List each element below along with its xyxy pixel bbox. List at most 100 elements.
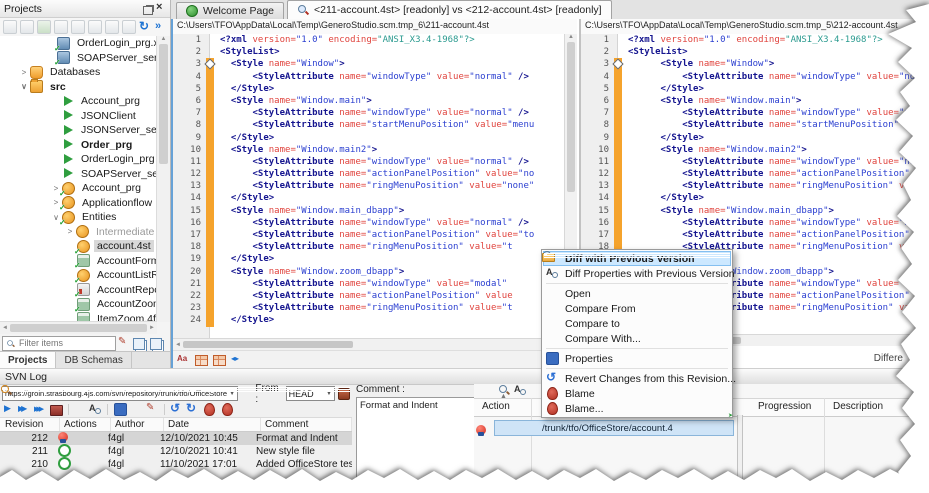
tree-item-orderlogin-prg[interactable]: OrderLogin_prg: [0, 152, 157, 167]
menu-item-properties[interactable]: Properties: [543, 351, 731, 366]
code-line-7[interactable]: 7 <StyleAttribute name="windowType" value…: [173, 107, 565, 120]
tab-welcome-page[interactable]: Welcome Page: [176, 2, 285, 19]
log-row-212[interactable]: 212 f4gl 12/10/2021 10:45 Format and Indent: [0, 432, 352, 445]
code-line-11[interactable]: 11 <StyleAttribute name="windowType" valu…: [173, 155, 565, 169]
tree-item-entities[interactable]: ∨Entities: [0, 210, 157, 227]
tree-item-applicationflow[interactable]: >Applicationflow: [0, 196, 157, 212]
code-line-1[interactable]: 1 <?xml version="1.0" encoding="ANSI_X3.4…: [173, 34, 565, 46]
package-icon[interactable]: [122, 20, 136, 34]
expand-arrow-icon[interactable]: >: [64, 227, 76, 236]
left-code-view[interactable]: 1 <?xml version="1.0" encoding="ANSI_X3.4…: [173, 34, 565, 339]
tree-item-account-4st[interactable]: account.4st: [0, 239, 157, 256]
comment-text-box[interactable]: Format and Indent: [356, 397, 477, 489]
menu-item-compare-from[interactable]: Compare From: [543, 301, 731, 316]
menu-item-diff-properties-with-previous-version[interactable]: Diff Properties with Previous Version: [543, 266, 735, 281]
code-line-16[interactable]: 16 <StyleAttribute name="windowType" valu…: [581, 216, 929, 229]
table-view-icon[interactable]: [195, 355, 208, 366]
menu-item-open[interactable]: Open: [543, 286, 731, 301]
update-icon[interactable]: [186, 401, 199, 416]
code-line-8[interactable]: 8 <StyleAttribute name="startMenuPosition…: [581, 119, 929, 132]
code-line-20[interactable]: 20 <Style name="Window.zoom_dbapp">: [173, 265, 565, 278]
blame-icon[interactable]: [204, 403, 215, 416]
code-line-19[interactable]: 19 </Style>: [173, 253, 565, 266]
menu-item-revert-changes-from-this-revision-[interactable]: Revert Changes from this Revision...: [543, 370, 736, 386]
commit-icon[interactable]: [50, 405, 63, 416]
diff-props-icon[interactable]: [89, 403, 102, 416]
code-line-24[interactable]: 24 </Style>: [173, 314, 565, 327]
code-line-14[interactable]: 14 </Style>: [173, 192, 565, 205]
table-view2-icon[interactable]: [213, 355, 226, 366]
code-line-13[interactable]: 13 <StyleAttribute name="ringMenuPosition…: [581, 180, 929, 193]
refresh-icon[interactable]: [139, 19, 152, 34]
column-header-date[interactable]: Date: [164, 418, 261, 431]
menu-item-compare-with-[interactable]: Compare With...: [543, 331, 731, 346]
tree-item-account-prg[interactable]: >Account_prg: [0, 181, 157, 198]
tab-projects[interactable]: Projects: [0, 352, 57, 368]
tree-item-jsonclient[interactable]: JSONClient: [0, 109, 157, 124]
code-line-2[interactable]: 2 <StyleList>: [173, 46, 565, 58]
tab-db-schemas[interactable]: DB Schemas: [56, 352, 132, 368]
code-line-15[interactable]: 15 <Style name="Window.main_dbapp">: [173, 204, 565, 217]
action-path-row[interactable]: /trunk/tfo/OfficeStore/account.4: [494, 420, 734, 436]
code-line-14[interactable]: 14 </Style>: [581, 192, 929, 205]
progression-column-header[interactable]: Progression: [758, 401, 811, 412]
code-line-17[interactable]: 17 <StyleAttribute name="actionPanelPosit…: [581, 229, 929, 242]
diff-search-icon[interactable]: [74, 404, 86, 416]
edit-icon[interactable]: [146, 402, 159, 416]
stop-icon[interactable]: [54, 20, 68, 34]
collapse-arrow-icon[interactable]: ∨: [18, 82, 30, 91]
code-line-6[interactable]: 6 <Style name="Window.main">: [173, 94, 565, 108]
tree-item-accountlistrepo[interactable]: AccountListRepo: [0, 268, 157, 285]
filter-items-input[interactable]: [17, 337, 101, 349]
column-header-actions[interactable]: Actions: [60, 418, 111, 431]
log-row-210[interactable]: 210 f4gl 11/10/2021 17:01 Added OfficeStore…: [0, 456, 352, 471]
code-line-10[interactable]: 10 <Style name="Window.main2">: [173, 143, 565, 156]
code-line-23[interactable]: 23 <StyleAttribute name="ringMenuPosition…: [173, 302, 565, 315]
log-row-211[interactable]: 211 f4gl 12/10/2021 10:41 New style file: [0, 443, 352, 458]
close-panel-icon[interactable]: [153, 1, 166, 15]
export-icon[interactable]: [20, 20, 34, 34]
search-icon[interactable]: [131, 404, 143, 416]
code-line-7[interactable]: 7 <StyleAttribute name="windowType" value…: [581, 107, 929, 120]
code-line-17[interactable]: 17 <StyleAttribute name="actionPanelPosit…: [173, 229, 565, 242]
tree-item-soapserver-server-x[interactable]: SOAPServer_server.x: [0, 51, 157, 67]
font-case-icon[interactable]: [177, 353, 190, 366]
code-line-21[interactable]: 21 <StyleAttribute name="windowType" valu…: [173, 277, 565, 290]
code-line-9[interactable]: 9 </Style>: [581, 131, 929, 144]
filter-items-box[interactable]: [2, 335, 116, 351]
panel-splitter[interactable]: [737, 415, 743, 493]
code-line-15[interactable]: 15 <Style name="Window.main_dbapp">: [581, 204, 929, 217]
code-line-6[interactable]: 6 <Style name="Window.main">: [581, 94, 929, 108]
tree-item-accountreportd[interactable]: AccountReportD: [0, 283, 157, 299]
code-line-2[interactable]: 2 <StyleList>: [581, 46, 929, 58]
tab-diff-view[interactable]: <211-account.4st> [readonly] vs <212-acc…: [287, 0, 612, 19]
code-line-5[interactable]: 5 </Style>: [581, 82, 929, 95]
code-line-13[interactable]: 13 <StyleAttribute name="ringMenuPosition…: [173, 180, 565, 193]
code-line-1[interactable]: 1 <?xml version="1.0" encoding="ANSI_X3.4…: [581, 34, 929, 46]
new-file-icon[interactable]: [105, 20, 119, 34]
code-line-10[interactable]: 10 <Style name="Window.main2">: [581, 143, 929, 156]
tree-item-intermediate-file[interactable]: > Intermediate File: [0, 225, 157, 240]
menu-item-compare-to[interactable]: Compare to: [543, 316, 731, 331]
code-line-12[interactable]: 12 <StyleAttribute name="actionPanelPosit…: [173, 168, 565, 181]
tree-item-accountzoom-4f[interactable]: AccountZoom.4f: [0, 297, 157, 314]
next-diff-icon[interactable]: [2, 403, 15, 416]
copy-icon[interactable]: [133, 337, 145, 350]
code-line-4[interactable]: 4 <StyleAttribute name="windowType" value…: [173, 70, 565, 83]
code-line-22[interactable]: 22 <StyleAttribute name="actionPanelPosit…: [173, 289, 565, 303]
column-header-revision[interactable]: Revision: [0, 418, 60, 431]
tree-item-src[interactable]: ∨ src: [0, 79, 157, 95]
tree-vertical-scrollbar[interactable]: ▲: [156, 36, 170, 322]
description-column-header[interactable]: Description: [833, 401, 883, 412]
blame-dialog-icon[interactable]: [222, 403, 233, 416]
last-diff-icon[interactable]: [34, 403, 47, 416]
tree-item-account-prg[interactable]: Account_prg: [0, 94, 157, 109]
code-line-5[interactable]: 5 </Style>: [173, 82, 565, 95]
code-line-8[interactable]: 8 <StyleAttribute name="startMenuPosition…: [173, 119, 565, 132]
copy-all-icon[interactable]: [150, 337, 162, 350]
overflow-icon[interactable]: [155, 20, 168, 34]
diff-props-mini-icon[interactable]: [514, 384, 527, 397]
menu-item-blame[interactable]: Blame: [543, 386, 731, 401]
column-header-author[interactable]: Author: [111, 418, 164, 431]
compare-arrows-icon[interactable]: [231, 353, 244, 366]
